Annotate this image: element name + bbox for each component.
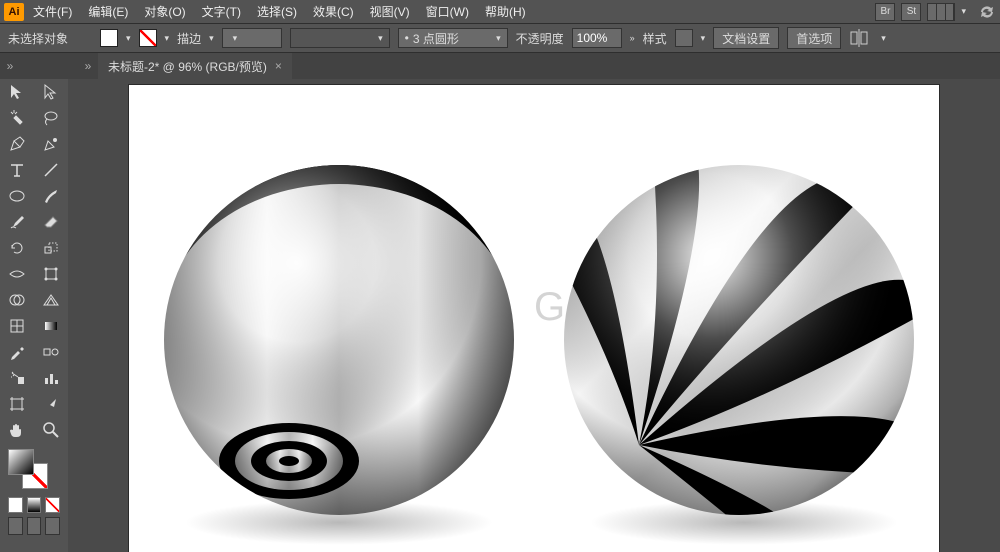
- shape-builder-tool[interactable]: [0, 287, 34, 313]
- direct-selection-tool[interactable]: [34, 79, 68, 105]
- sync-icon[interactable]: [978, 3, 996, 21]
- symbol-sprayer-tool[interactable]: [0, 365, 34, 391]
- pen-tool[interactable]: [0, 131, 34, 157]
- align-chevron-icon[interactable]: ▾: [881, 33, 886, 44]
- tools-collapse-icon[interactable]: »: [0, 53, 20, 79]
- menu-object[interactable]: 对象(O): [137, 3, 192, 20]
- stroke-label: 描边: [177, 30, 201, 47]
- style-label: 样式: [643, 30, 667, 47]
- chevron-down-icon: ▾: [233, 33, 238, 44]
- width-tool[interactable]: [0, 261, 34, 287]
- tools-panel: »: [0, 53, 68, 552]
- canvas-area[interactable]: Gsystem: [68, 79, 1000, 552]
- slice-tool[interactable]: [34, 391, 68, 417]
- hand-tool[interactable]: [0, 417, 34, 443]
- bridge-icon[interactable]: Br: [875, 3, 895, 21]
- bullet-icon: •: [405, 31, 409, 45]
- menu-bar: Ai 文件(F) 编辑(E) 对象(O) 文字(T) 选择(S) 效果(C) 视…: [0, 0, 1000, 23]
- type-tool[interactable]: [0, 157, 34, 183]
- close-tab-icon[interactable]: ×: [275, 59, 282, 73]
- line-tool[interactable]: [34, 157, 68, 183]
- stock-icon[interactable]: St: [901, 3, 921, 21]
- menu-file[interactable]: 文件(F): [26, 3, 79, 20]
- chevron-down-icon: ▾: [496, 33, 501, 44]
- rotate-tool[interactable]: [0, 235, 34, 261]
- draw-behind-icon[interactable]: [27, 517, 42, 535]
- brush-definition-select[interactable]: • 3 点圆形 ▾: [398, 28, 508, 48]
- draw-normal-icon[interactable]: [8, 517, 23, 535]
- preferences-button[interactable]: 首选项: [787, 27, 841, 49]
- artboard[interactable]: Gsystem: [129, 85, 939, 552]
- style-swatch[interactable]: [675, 29, 693, 47]
- document-tab[interactable]: 未标题-2* @ 96% (RGB/预览) ×: [98, 53, 292, 79]
- gradient-tool[interactable]: [34, 313, 68, 339]
- scale-tool[interactable]: [34, 235, 68, 261]
- perspective-grid-tool[interactable]: [34, 287, 68, 313]
- selection-status: 未选择对象: [8, 30, 68, 47]
- fill-swatch[interactable]: [100, 29, 118, 47]
- ellipse-tool[interactable]: [0, 183, 34, 209]
- stroke-chevron-icon[interactable]: ▾: [165, 33, 170, 44]
- stroke-swatch[interactable]: [139, 29, 157, 47]
- draw-inside-icon[interactable]: [45, 517, 60, 535]
- fill-color-swatch[interactable]: [8, 449, 34, 475]
- menu-view[interactable]: 视图(V): [363, 3, 417, 20]
- eraser-tool[interactable]: [34, 209, 68, 235]
- free-transform-tool[interactable]: [34, 261, 68, 287]
- menu-type[interactable]: 文字(T): [195, 3, 248, 20]
- app-icon: Ai: [4, 3, 24, 21]
- document-setup-button[interactable]: 文档设置: [713, 27, 779, 49]
- stroke-weight-select[interactable]: ▾: [222, 28, 282, 48]
- arrange-chevron-icon[interactable]: ▾: [961, 6, 966, 17]
- mesh-tool[interactable]: [0, 313, 34, 339]
- lasso-tool[interactable]: [34, 105, 68, 131]
- menu-window[interactable]: 窗口(W): [419, 3, 476, 20]
- artboard-tool[interactable]: [0, 391, 34, 417]
- sphere-1[interactable]: [159, 155, 519, 525]
- menu-edit[interactable]: 编辑(E): [81, 3, 135, 20]
- color-mode-icon[interactable]: [8, 497, 23, 513]
- fill-chevron-icon[interactable]: ▾: [126, 33, 131, 44]
- none-mode-icon[interactable]: [45, 497, 60, 513]
- arrange-docs-icon[interactable]: [927, 3, 955, 21]
- opacity-input[interactable]: 100%: [572, 28, 622, 48]
- document-tabs: » 未标题-2* @ 96% (RGB/预览) ×: [68, 53, 1000, 79]
- opacity-label: 不透明度: [516, 30, 564, 47]
- selection-tool[interactable]: [0, 79, 34, 105]
- gradient-mode-icon[interactable]: [27, 497, 42, 513]
- color-picker[interactable]: [0, 443, 68, 495]
- align-panel-icon[interactable]: [849, 29, 873, 47]
- control-bar: 未选择对象 ▾ ▾ 描边 ▾ ▾ ▾ • 3 点圆形 ▾ 不透明度 100% »…: [0, 23, 1000, 53]
- brush-size-label: 3 点圆形: [413, 30, 459, 47]
- curvature-tool[interactable]: [34, 131, 68, 157]
- chevron-down-icon: ▾: [378, 33, 383, 44]
- paintbrush-tool[interactable]: [34, 183, 68, 209]
- var-width-profile-select[interactable]: ▾: [290, 28, 390, 48]
- blend-tool[interactable]: [34, 339, 68, 365]
- eyedropper-tool[interactable]: [0, 339, 34, 365]
- shaper-tool[interactable]: [0, 209, 34, 235]
- magic-wand-tool[interactable]: [0, 105, 34, 131]
- tabs-collapse-icon[interactable]: »: [78, 59, 98, 73]
- menu-effect[interactable]: 效果(C): [306, 3, 361, 20]
- stroke-panel-icon[interactable]: ▾: [209, 33, 214, 44]
- sphere-2[interactable]: [559, 155, 919, 525]
- zoom-tool[interactable]: [34, 417, 68, 443]
- style-chevron-icon[interactable]: ▾: [701, 33, 706, 44]
- document-tab-title: 未标题-2* @ 96% (RGB/预览): [108, 58, 267, 75]
- menu-help[interactable]: 帮助(H): [478, 3, 533, 20]
- menu-select[interactable]: 选择(S): [250, 3, 304, 20]
- column-graph-tool[interactable]: [34, 365, 68, 391]
- opacity-chevron-icon[interactable]: »: [630, 33, 635, 43]
